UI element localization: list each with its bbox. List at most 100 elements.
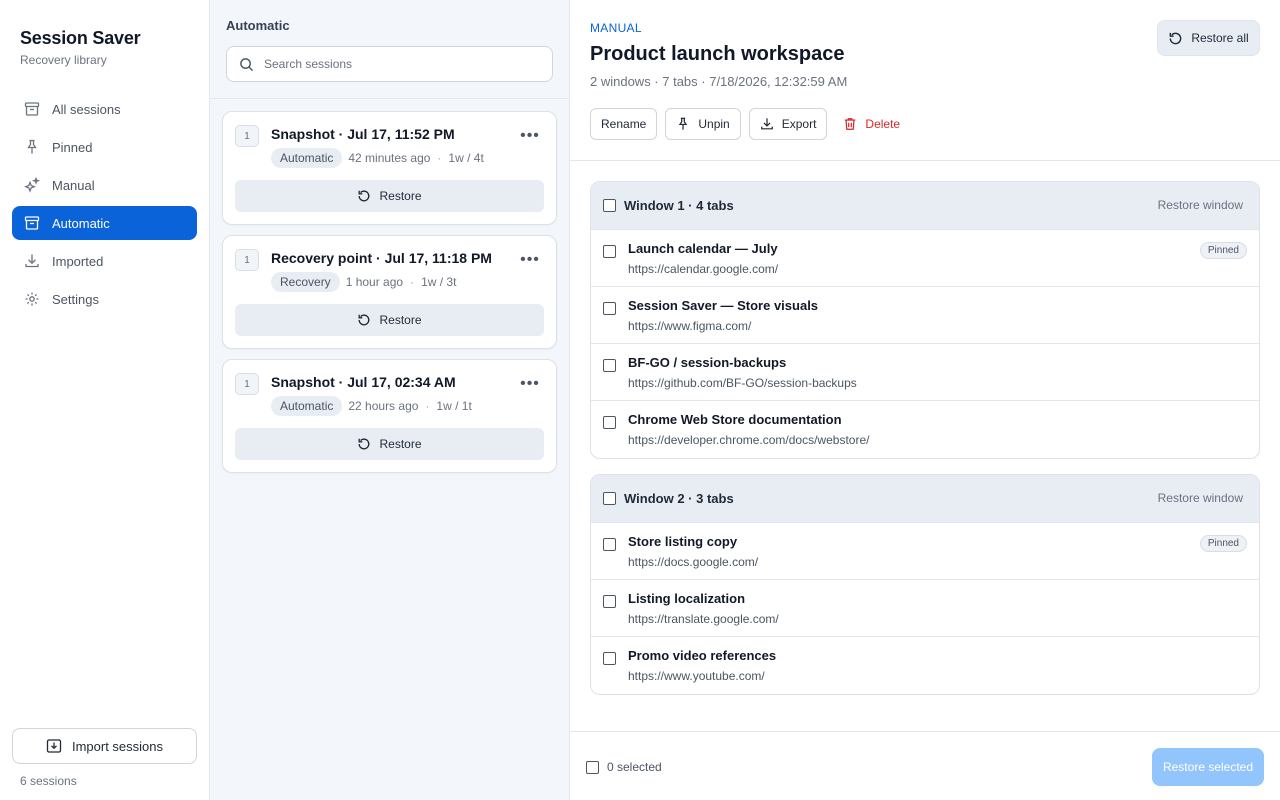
tab-row: BF-GO / session-backups https://github.c… xyxy=(591,344,1259,401)
session-card[interactable]: 1 Snapshot · Jul 17, 11:52 PM ••• Automa… xyxy=(222,111,557,225)
search-box xyxy=(226,46,553,82)
restore-all-label: Restore all xyxy=(1191,31,1249,45)
tab-row: Store listing copy https://docs.google.c… xyxy=(591,523,1259,580)
restore-label: Restore xyxy=(379,313,422,327)
restore-window-button[interactable]: Restore window xyxy=(1158,491,1243,505)
tab-checkbox[interactable] xyxy=(603,245,616,258)
tab-checkbox[interactable] xyxy=(603,538,616,551)
window-group: Window 2 · 3 tabs Restore window Store l… xyxy=(590,474,1260,695)
separator-dot: · xyxy=(425,399,430,413)
restore-button[interactable]: Restore xyxy=(235,180,544,212)
tab-checkbox[interactable] xyxy=(603,416,616,429)
gear-icon xyxy=(24,291,40,307)
session-card[interactable]: 1 Snapshot · Jul 17, 02:34 AM ••• Automa… xyxy=(222,359,557,473)
session-card[interactable]: 1 Recovery point · Jul 17, 11:18 PM ••• … xyxy=(222,235,557,349)
window-count-badge: 1 xyxy=(235,373,259,395)
session-type-tag: Recovery xyxy=(271,272,340,292)
session-summary: 2 windows · 7 tabs · 7/18/2026, 12:32:59… xyxy=(590,74,848,89)
tab-url: https://www.youtube.com/ xyxy=(628,669,765,683)
sidebar-item-label: Pinned xyxy=(52,139,93,155)
pinned-badge: Pinned xyxy=(1199,535,1247,552)
restore-icon xyxy=(1169,32,1182,44)
page-title: Product launch workspace xyxy=(590,43,845,65)
app-root: Session Saver Recovery library All sessi… xyxy=(0,0,1280,800)
rename-button[interactable]: Rename xyxy=(590,108,658,140)
sidebar-item-imported[interactable]: Imported xyxy=(12,244,197,278)
tab-checkbox[interactable] xyxy=(603,652,616,665)
download-icon xyxy=(24,253,40,269)
tab-row: Session Saver — Store visuals https://ww… xyxy=(591,287,1259,344)
window-checkbox[interactable] xyxy=(603,199,616,212)
session-title: Snapshot · Jul 17, 02:34 AM xyxy=(271,374,456,390)
sidebar-item-label: All sessions xyxy=(52,101,121,117)
brand: Session Saver Recovery library xyxy=(20,28,141,67)
sidebar-item-pinned[interactable]: Pinned xyxy=(12,130,197,164)
tab-row: Launch calendar — July https://calendar.… xyxy=(591,230,1259,287)
export-button[interactable]: Export xyxy=(748,108,828,140)
window-title: Window 1 · 4 tabs xyxy=(624,198,734,213)
app-subtitle: Recovery library xyxy=(20,53,107,67)
pinned-badge: Pinned xyxy=(1199,242,1247,259)
session-type-tag: Automatic xyxy=(271,396,343,416)
search-icon xyxy=(240,57,254,71)
restore-label: Restore xyxy=(379,437,422,451)
rename-label: Rename xyxy=(601,117,647,131)
session-age: 22 hours ago xyxy=(348,399,419,413)
tab-title: BF-GO / session-backups xyxy=(628,355,787,370)
session-meta: Recovery 1 hour ago · 1w / 3t xyxy=(271,272,456,292)
import-sessions-label: Import sessions xyxy=(71,738,164,754)
unpin-label: Unpin xyxy=(698,117,730,131)
tab-url: https://www.figma.com/ xyxy=(628,319,752,333)
session-type-kicker: MANUAL xyxy=(590,21,642,35)
tab-url: https://developer.chrome.com/docs/websto… xyxy=(628,433,870,447)
restore-label: Restore xyxy=(379,189,422,203)
tab-title: Session Saver — Store visuals xyxy=(628,298,819,313)
more-options-icon[interactable]: ••• xyxy=(518,126,542,146)
restore-icon xyxy=(359,314,370,326)
delete-button[interactable]: Delete xyxy=(835,108,909,140)
restore-window-button[interactable]: Restore window xyxy=(1158,198,1243,212)
tab-url: https://calendar.google.com/ xyxy=(628,262,779,276)
window-header: Window 1 · 4 tabs Restore window xyxy=(591,182,1259,230)
sidebar-item-all-sessions[interactable]: All sessions xyxy=(12,92,197,126)
restore-button[interactable]: Restore xyxy=(235,428,544,460)
tab-title: Chrome Web Store documentation xyxy=(628,412,842,427)
session-detail: MANUAL Product launch workspace 2 window… xyxy=(570,0,1280,800)
tab-checkbox[interactable] xyxy=(603,302,616,315)
pin-icon xyxy=(679,117,688,130)
trash-icon xyxy=(845,118,856,130)
window-title: Window 2 · 3 tabs xyxy=(624,491,734,506)
window-checkbox[interactable] xyxy=(603,492,616,505)
session-actions: Rename Unpin Export Delete xyxy=(590,108,916,140)
tab-url: https://docs.google.com/ xyxy=(628,555,759,569)
tab-row: Listing localization https://translate.g… xyxy=(591,580,1259,637)
tab-checkbox[interactable] xyxy=(603,359,616,372)
sidebar-nav: All sessions Pinned Manual Automatic Imp… xyxy=(12,92,197,320)
select-all-checkbox[interactable] xyxy=(586,761,599,774)
session-list-panel: Automatic 1 Snapshot · Jul 17, 11:52 PM … xyxy=(210,0,570,800)
session-meta: Automatic 42 minutes ago · 1w / 4t xyxy=(271,148,484,168)
window-count-badge: 1 xyxy=(235,249,259,271)
more-options-icon[interactable]: ••• xyxy=(518,250,542,270)
import-sessions-button[interactable]: Import sessions xyxy=(12,728,197,764)
tab-row: Chrome Web Store documentation https://d… xyxy=(591,401,1259,458)
sidebar-item-automatic[interactable]: Automatic xyxy=(12,206,197,240)
sidebar-item-manual[interactable]: Manual xyxy=(12,168,197,202)
window-group: Window 1 · 4 tabs Restore window Launch … xyxy=(590,181,1260,459)
archive-icon xyxy=(24,215,40,231)
app-title: Session Saver xyxy=(20,28,141,48)
restore-all-button[interactable]: Restore all xyxy=(1157,20,1260,56)
session-title: Snapshot · Jul 17, 11:52 PM xyxy=(271,126,455,142)
restore-selected-button[interactable]: Restore selected xyxy=(1152,748,1264,786)
session-age: 42 minutes ago xyxy=(348,151,431,165)
divider xyxy=(570,160,1280,161)
search-input[interactable] xyxy=(264,57,524,71)
unpin-button[interactable]: Unpin xyxy=(665,108,741,140)
list-title: Automatic xyxy=(226,18,290,33)
sidebar-item-label: Settings xyxy=(52,291,99,307)
tab-checkbox[interactable] xyxy=(603,595,616,608)
sidebar-item-settings[interactable]: Settings xyxy=(12,282,197,316)
restore-button[interactable]: Restore xyxy=(235,304,544,336)
tab-url: https://github.com/BF-GO/session-backups xyxy=(628,376,857,390)
more-options-icon[interactable]: ••• xyxy=(518,374,542,394)
